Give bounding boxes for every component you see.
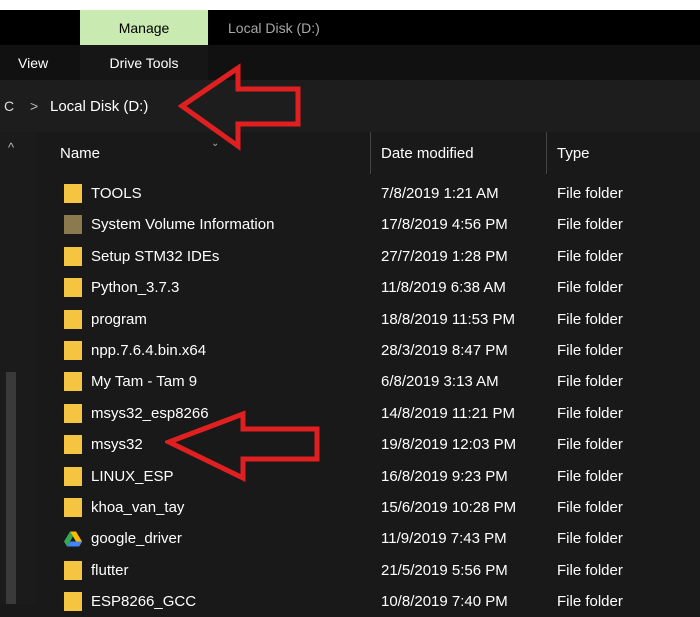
file-list: TOOLS 7/8/2019 1:21 AM File folder Syste… xyxy=(36,178,700,617)
folder-icon xyxy=(64,560,82,580)
file-date-modified: 18/8/2019 11:53 PM xyxy=(381,310,515,328)
file-name[interactable]: System Volume Information xyxy=(91,209,274,240)
google-drive-icon xyxy=(64,531,82,547)
breadcrumb-separator[interactable]: > xyxy=(30,80,38,132)
file-date-modified: 17/8/2019 4:56 PM xyxy=(381,216,508,234)
folder-icon xyxy=(64,372,82,392)
folder-icon xyxy=(64,278,82,298)
file-type: File folder xyxy=(557,247,623,265)
file-row[interactable]: google_driver 11/9/2019 7:43 PM File fol… xyxy=(36,523,700,554)
folder-icon xyxy=(64,403,82,423)
ribbon-context-tabs: Manage Local Disk (D:) xyxy=(0,10,700,45)
file-name[interactable]: npp.7.6.4.bin.x64 xyxy=(91,335,206,366)
folder-icon xyxy=(64,309,82,329)
folder-icon xyxy=(64,246,82,266)
file-type: File folder xyxy=(557,561,623,579)
column-header-date-modified[interactable]: Date modified xyxy=(381,132,474,174)
file-type: File folder xyxy=(557,279,623,297)
file-date-modified: 6/8/2019 3:13 AM xyxy=(381,373,499,391)
file-date-modified: 11/9/2019 7:43 PM xyxy=(381,530,507,548)
file-name[interactable]: khoa_van_tay xyxy=(91,492,184,523)
file-row[interactable]: LINUX_ESP 16/8/2019 9:23 PM File folder xyxy=(36,461,700,492)
file-row[interactable]: Setup STM32 IDEs 27/7/2019 1:28 PM File … xyxy=(36,241,700,272)
file-date-modified: 19/8/2019 12:03 PM xyxy=(381,436,517,454)
file-type: File folder xyxy=(557,498,623,516)
file-type: File folder xyxy=(557,436,623,454)
file-row[interactable]: TOOLS 7/8/2019 1:21 AM File folder xyxy=(36,178,700,209)
tab-view[interactable]: View xyxy=(18,45,48,80)
file-type: File folder xyxy=(557,310,623,328)
tab-drive-tools[interactable]: Drive Tools xyxy=(80,45,208,80)
file-name[interactable]: ESP8266_GCC xyxy=(91,586,196,617)
breadcrumb-this-pc[interactable]: C xyxy=(4,80,14,132)
column-headers: Name ⌄ Date modified Type xyxy=(36,132,700,174)
scrollbar-thumb[interactable] xyxy=(6,372,16,604)
file-name[interactable]: flutter xyxy=(91,555,129,586)
file-row[interactable]: npp.7.6.4.bin.x64 28/3/2019 8:47 PM File… xyxy=(36,335,700,366)
file-row[interactable]: msys32 19/8/2019 12:03 PM File folder xyxy=(36,429,700,460)
window-title: Local Disk (D:) xyxy=(228,19,320,36)
file-name[interactable]: msys32_esp8266 xyxy=(91,398,209,429)
file-date-modified: 21/5/2019 5:56 PM xyxy=(381,561,508,579)
file-type: File folder xyxy=(557,216,623,234)
folder-icon xyxy=(64,184,82,203)
folder-icon xyxy=(64,466,82,486)
file-row[interactable]: ESP8266_GCC 10/8/2019 7:40 PM File folde… xyxy=(36,586,700,617)
file-type: File folder xyxy=(557,530,623,548)
file-type: File folder xyxy=(557,185,623,202)
file-row[interactable]: My Tam - Tam 9 6/8/2019 3:13 AM File fol… xyxy=(36,366,700,397)
system-folder-icon xyxy=(64,215,82,235)
file-row[interactable]: Python_3.7.3 11/8/2019 6:38 AM File fold… xyxy=(36,272,700,303)
column-header-name[interactable]: Name xyxy=(60,132,100,174)
file-type: File folder xyxy=(557,467,623,485)
file-name[interactable]: msys32 xyxy=(91,429,143,460)
scroll-up-arrow-icon[interactable]: ^ xyxy=(8,140,14,155)
file-row[interactable]: System Volume Information 17/8/2019 4:56… xyxy=(36,209,700,240)
file-date-modified: 27/7/2019 1:28 PM xyxy=(381,247,508,265)
file-date-modified: 15/6/2019 10:28 PM xyxy=(381,498,517,516)
file-type: File folder xyxy=(557,593,623,611)
file-row[interactable]: flutter 21/5/2019 5:56 PM File folder xyxy=(36,555,700,586)
file-row[interactable]: khoa_van_tay 15/6/2019 10:28 PM File fol… xyxy=(36,492,700,523)
file-name[interactable]: My Tam - Tam 9 xyxy=(91,366,197,397)
navigation-pane: ^ xyxy=(0,132,36,604)
folder-icon xyxy=(64,592,82,612)
file-name[interactable]: Setup STM32 IDEs xyxy=(91,241,219,272)
file-name[interactable]: LINUX_ESP xyxy=(91,461,174,492)
file-name[interactable]: program xyxy=(91,304,147,335)
folder-icon xyxy=(64,497,82,517)
file-type: File folder xyxy=(557,404,623,422)
file-date-modified: 14/8/2019 11:21 PM xyxy=(381,404,515,422)
sort-chevron-icon: ⌄ xyxy=(211,137,220,149)
file-name[interactable]: TOOLS xyxy=(91,178,142,209)
folder-icon xyxy=(64,435,82,455)
file-name[interactable]: google_driver xyxy=(91,523,182,554)
file-date-modified: 16/8/2019 9:23 PM xyxy=(381,467,508,485)
breadcrumb-local-disk[interactable]: Local Disk (D:) xyxy=(50,80,148,132)
file-date-modified: 7/8/2019 1:21 AM xyxy=(381,185,499,202)
file-type: File folder xyxy=(557,341,623,359)
tab-manage[interactable]: Manage xyxy=(80,10,208,45)
ribbon-tabs: View Drive Tools xyxy=(0,45,700,80)
column-divider[interactable] xyxy=(546,132,547,174)
file-row[interactable]: msys32_esp8266 14/8/2019 11:21 PM File f… xyxy=(36,398,700,429)
file-date-modified: 28/3/2019 8:47 PM xyxy=(381,341,508,359)
folder-icon xyxy=(64,340,82,360)
file-date-modified: 10/8/2019 7:40 PM xyxy=(381,593,508,611)
file-date-modified: 11/8/2019 6:38 AM xyxy=(381,279,506,297)
file-name[interactable]: Python_3.7.3 xyxy=(91,272,179,303)
address-bar[interactable]: C > Local Disk (D:) xyxy=(0,80,700,132)
file-row[interactable]: program 18/8/2019 11:53 PM File folder xyxy=(36,304,700,335)
column-divider[interactable] xyxy=(370,132,371,174)
window-top-strip xyxy=(0,0,700,10)
column-header-type[interactable]: Type xyxy=(557,132,590,174)
file-type: File folder xyxy=(557,373,623,391)
